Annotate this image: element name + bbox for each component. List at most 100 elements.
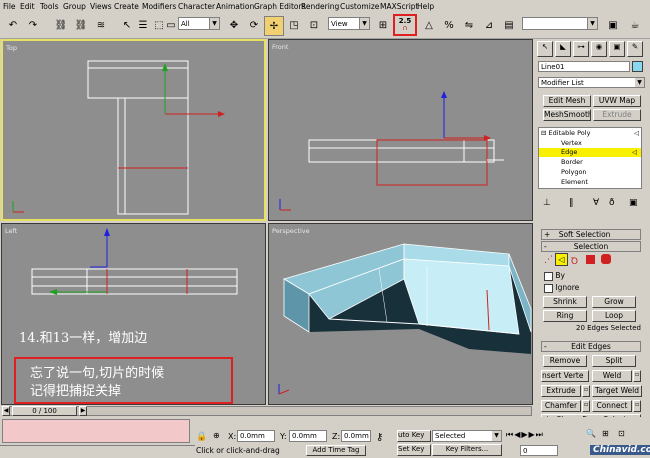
- configure-sets-icon[interactable]: ▣: [629, 198, 638, 208]
- chamfer-settings-icon[interactable]: ▫: [582, 400, 590, 412]
- menu-file[interactable]: File: [3, 2, 16, 11]
- viewport-front[interactable]: Front: [268, 39, 533, 221]
- key-mode-dropdown[interactable]: Selected ▼: [432, 430, 502, 442]
- remove-button[interactable]: Remove: [543, 355, 587, 367]
- render-scene-icon[interactable]: ▣: [604, 16, 622, 34]
- menu-tools[interactable]: Tools: [40, 2, 58, 11]
- select-and-rotate-icon[interactable]: ⟳: [245, 16, 263, 34]
- mirror-icon[interactable]: ⇋: [460, 16, 478, 34]
- create-tab-icon[interactable]: ↖: [537, 41, 553, 57]
- soft-selection-rollout[interactable]: + Soft Selection: [541, 229, 641, 240]
- go-to-end-icon[interactable]: ⏭: [536, 430, 544, 439]
- element-level-icon[interactable]: [601, 254, 611, 264]
- menu-maxscript[interactable]: MAXScript: [380, 2, 419, 11]
- modify-tab-icon[interactable]: ◣: [555, 41, 571, 57]
- ignore-backfacing-checkbox[interactable]: Ignore: [544, 283, 579, 293]
- modifier-list-dropdown[interactable]: Modifier List ▼: [538, 77, 645, 88]
- viewport-perspective[interactable]: Perspective: [268, 223, 533, 405]
- loop-button[interactable]: Loop: [592, 310, 636, 322]
- menu-modifiers[interactable]: Modifiers: [142, 2, 176, 11]
- menu-create[interactable]: Create: [114, 2, 139, 11]
- stack-item-vertex[interactable]: Vertex: [541, 139, 643, 148]
- next-key-icon[interactable]: ▶: [529, 430, 536, 439]
- object-color-swatch[interactable]: [632, 61, 643, 72]
- shrink-button[interactable]: Shrink: [543, 296, 587, 308]
- object-name-field[interactable]: Line01: [538, 61, 630, 72]
- insert-vertex-button[interactable]: nsert Verte: [541, 370, 589, 382]
- current-frame-field[interactable]: 0: [520, 445, 558, 456]
- target-weld-button[interactable]: Target Weld: [592, 385, 642, 397]
- y-coord-field[interactable]: 0.0mm: [289, 430, 327, 442]
- auto-key-button[interactable]: uto Key: [397, 430, 431, 442]
- ring-button[interactable]: Ring: [543, 310, 587, 322]
- polygon-level-icon[interactable]: [586, 255, 595, 264]
- reference-coordinate-dropdown[interactable]: View ▼: [328, 17, 370, 30]
- menu-help[interactable]: Help: [417, 2, 434, 11]
- go-to-start-icon[interactable]: ⏮: [506, 430, 514, 439]
- weld-settings-icon[interactable]: ▫: [633, 370, 641, 382]
- absolute-mode-icon[interactable]: ⊕: [213, 431, 220, 440]
- hierarchy-tab-icon[interactable]: ⊶: [573, 41, 589, 57]
- selection-rollout[interactable]: - Selection: [541, 241, 641, 252]
- edge-level-icon[interactable]: ◁: [555, 253, 568, 266]
- select-and-move-icon[interactable]: ✥: [225, 16, 243, 34]
- modifier-stack[interactable]: ⊟ Editable Poly ◁ Vertex Edge ◁ Border Pol…: [538, 127, 642, 189]
- zoom-icon[interactable]: 🔍: [586, 429, 596, 438]
- motion-tab-icon[interactable]: ◉: [591, 41, 607, 57]
- set-key-button[interactable]: Set Key: [397, 444, 431, 456]
- meshsmooth-button[interactable]: MeshSmooth: [543, 109, 591, 121]
- scale-icon[interactable]: ◳: [285, 16, 303, 34]
- stack-item-editable-poly[interactable]: ⊟ Editable Poly ◁: [541, 129, 643, 138]
- uniform-scale-icon[interactable]: ⊡: [305, 16, 323, 34]
- spinner-snap-icon[interactable]: %: [440, 16, 458, 34]
- menu-character[interactable]: Character: [178, 2, 215, 11]
- show-end-result-icon[interactable]: ‖: [569, 198, 574, 208]
- select-link-icon[interactable]: ⛓: [52, 16, 70, 34]
- lock-selection-icon[interactable]: 🔒: [196, 432, 207, 442]
- next-frame-icon[interactable]: ▶: [79, 406, 87, 416]
- time-slider-track[interactable]: ◀ 0 / 100 ▶: [0, 405, 534, 417]
- menu-views[interactable]: Views: [90, 2, 112, 11]
- zoom-extents-icon[interactable]: ⊡: [618, 429, 625, 438]
- z-coord-field[interactable]: 0.0mm: [341, 430, 371, 442]
- menu-edit[interactable]: Edit: [20, 2, 35, 11]
- angle-snap-toggle[interactable]: 2.5 ∩: [393, 14, 417, 36]
- unlink-icon[interactable]: ⛓: [72, 16, 90, 34]
- x-coord-field[interactable]: 0.0mm: [237, 430, 275, 442]
- menu-customize[interactable]: Customize: [340, 2, 379, 11]
- bind-space-warp-icon[interactable]: ≋: [92, 16, 110, 34]
- key-filters-button[interactable]: Key Filters...: [432, 444, 502, 456]
- layers-icon[interactable]: ▤: [500, 16, 518, 34]
- undo-icon[interactable]: ↶: [4, 16, 22, 34]
- quick-render-icon[interactable]: ☕: [626, 16, 644, 34]
- percent-snap-icon[interactable]: △: [420, 16, 438, 34]
- menu-graph-editors[interactable]: Graph Editors: [254, 2, 306, 11]
- named-selection-dropdown[interactable]: ▼: [522, 17, 598, 30]
- edit-mesh-button[interactable]: Edit Mesh: [543, 95, 591, 107]
- stack-item-polygon[interactable]: Polygon: [541, 168, 643, 177]
- window-crossing-icon[interactable]: ▭: [164, 16, 178, 34]
- prev-frame-icon[interactable]: ◀: [2, 406, 10, 416]
- pin-stack-icon[interactable]: ⊥: [543, 198, 551, 208]
- add-time-tag-button[interactable]: Add Time Tag: [306, 445, 366, 456]
- stack-item-border[interactable]: Border: [541, 158, 643, 167]
- menu-group[interactable]: Group: [63, 2, 86, 11]
- extrude-button[interactable]: Extrude: [541, 385, 581, 397]
- chamfer-button[interactable]: Chamfer: [541, 400, 581, 412]
- border-level-icon[interactable]: Ꝺ: [571, 254, 578, 267]
- by-vertex-checkbox[interactable]: By: [544, 271, 565, 281]
- selection-filter-dropdown[interactable]: All ▼: [178, 17, 220, 30]
- time-slider-thumb[interactable]: 0 / 100: [12, 406, 77, 416]
- play-icon[interactable]: ▶: [521, 430, 528, 439]
- remove-modifier-icon[interactable]: ð: [609, 198, 615, 208]
- pivot-center-icon[interactable]: ⊞: [374, 16, 392, 34]
- utilities-tab-icon[interactable]: ✎: [627, 41, 643, 57]
- zoom-all-icon[interactable]: ⊞: [602, 429, 609, 438]
- stack-item-element[interactable]: Element: [541, 178, 643, 187]
- extrude-settings-icon[interactable]: ▫: [582, 385, 590, 397]
- redo-icon[interactable]: ↷: [24, 16, 42, 34]
- vertex-level-icon[interactable]: ⋰: [544, 255, 553, 265]
- display-tab-icon[interactable]: ▣: [609, 41, 625, 57]
- extrude-modifier-button[interactable]: Extrude: [593, 109, 641, 121]
- connect-settings-icon[interactable]: ▫: [633, 400, 641, 412]
